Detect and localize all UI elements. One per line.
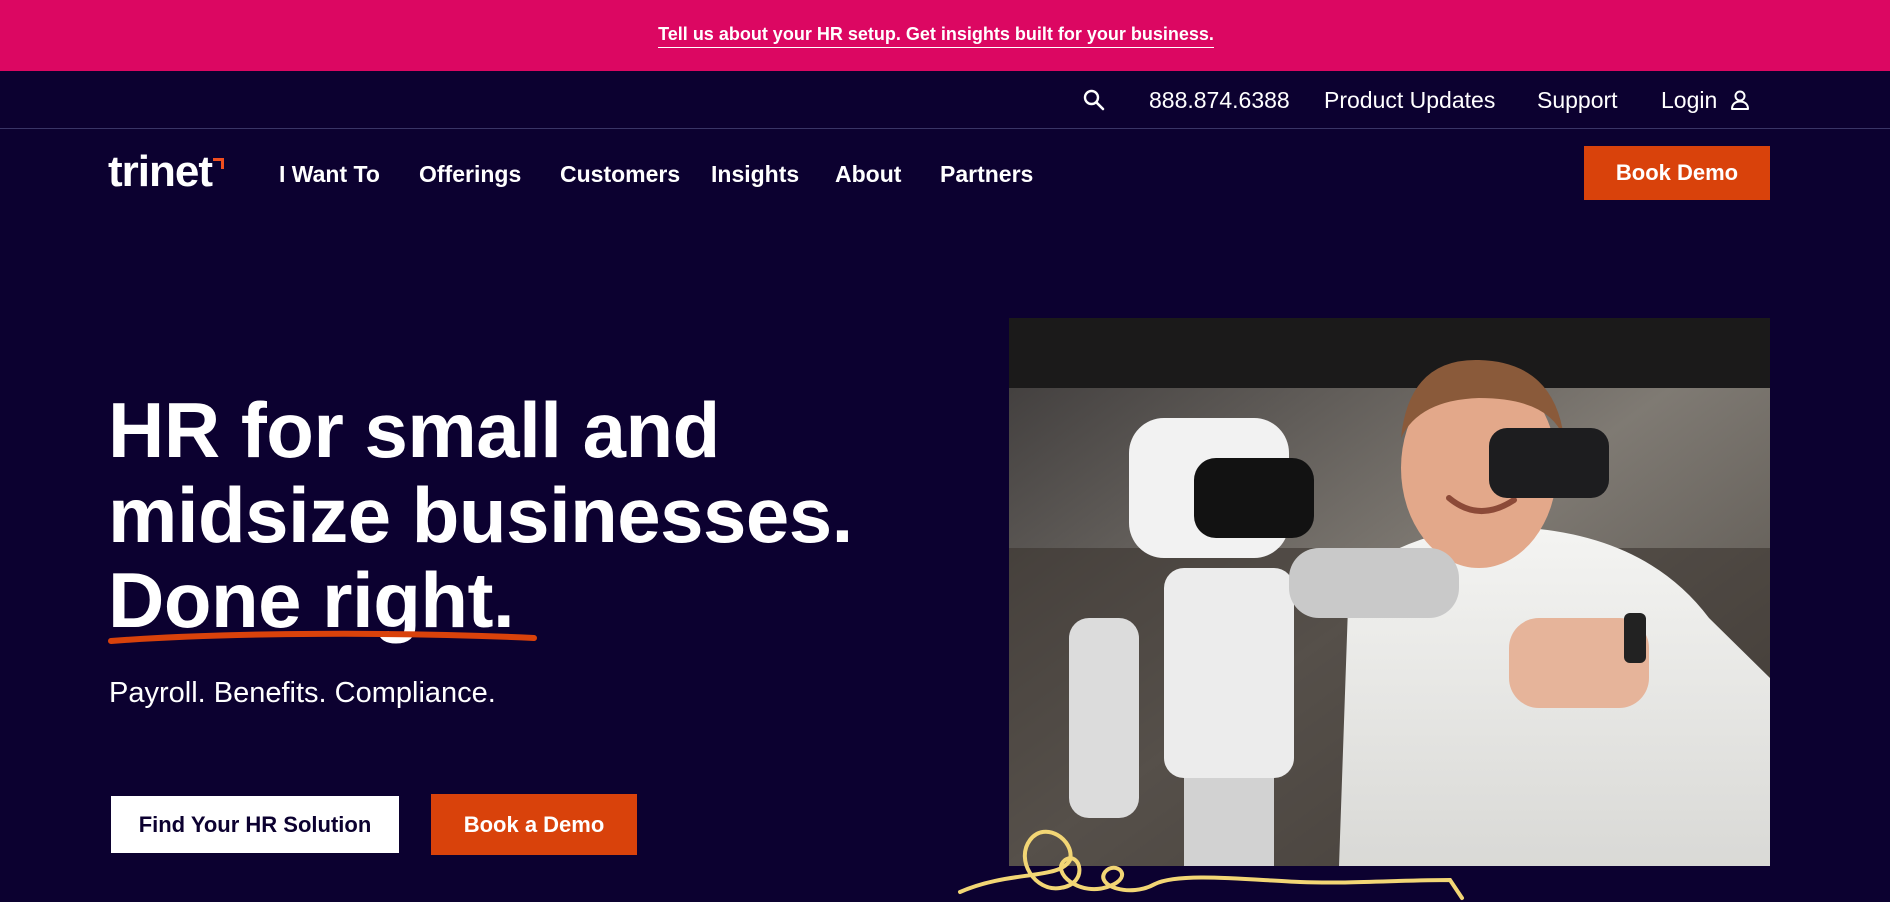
nav-item-insights[interactable]: Insights bbox=[711, 161, 799, 187]
main-nav: trinet I Want To Offerings Customers Ins… bbox=[0, 129, 1890, 219]
nav-item-offerings[interactable]: Offerings bbox=[419, 161, 521, 187]
login-label: Login bbox=[1661, 86, 1718, 113]
decorative-squiggle bbox=[958, 829, 1464, 900]
support-link[interactable]: Support bbox=[1537, 71, 1618, 129]
logo-corner-mark bbox=[213, 158, 224, 169]
product-updates-link[interactable]: Product Updates bbox=[1324, 71, 1495, 129]
user-icon bbox=[1731, 90, 1750, 110]
hero-title-line-1: HR for small and bbox=[108, 386, 720, 474]
nav-item-partners[interactable]: Partners bbox=[940, 161, 1033, 187]
phone-link[interactable]: 888.874.6388 bbox=[1149, 71, 1290, 129]
utility-bar: 888.874.6388 Product Updates Support Log… bbox=[0, 71, 1890, 129]
hero-title: HR for small and midsize businesses. Don… bbox=[108, 388, 928, 643]
book-demo-button[interactable]: Book Demo bbox=[1584, 146, 1770, 200]
hero-subtitle: Payroll. Benefits. Compliance. bbox=[109, 677, 496, 709]
hero-title-line-2: midsize businesses. bbox=[108, 471, 853, 559]
nav-item-about[interactable]: About bbox=[835, 161, 901, 187]
nav-item-customers[interactable]: Customers bbox=[560, 161, 680, 187]
login-link[interactable]: Login bbox=[1661, 71, 1751, 129]
book-a-demo-button[interactable]: Book a Demo bbox=[431, 794, 637, 855]
underline-swash bbox=[108, 630, 537, 644]
trinet-logo[interactable]: trinet bbox=[108, 149, 224, 195]
logo-wordmark: trinet bbox=[108, 147, 213, 196]
find-hr-solution-button[interactable]: Find Your HR Solution bbox=[111, 796, 399, 853]
promo-banner: Tell us about your HR setup. Get insight… bbox=[0, 0, 1890, 71]
nav-item-i-want-to[interactable]: I Want To bbox=[279, 161, 380, 187]
promo-link[interactable]: Tell us about your HR setup. Get insight… bbox=[658, 24, 1214, 48]
search-button[interactable] bbox=[1083, 71, 1105, 129]
search-icon bbox=[1083, 89, 1105, 111]
